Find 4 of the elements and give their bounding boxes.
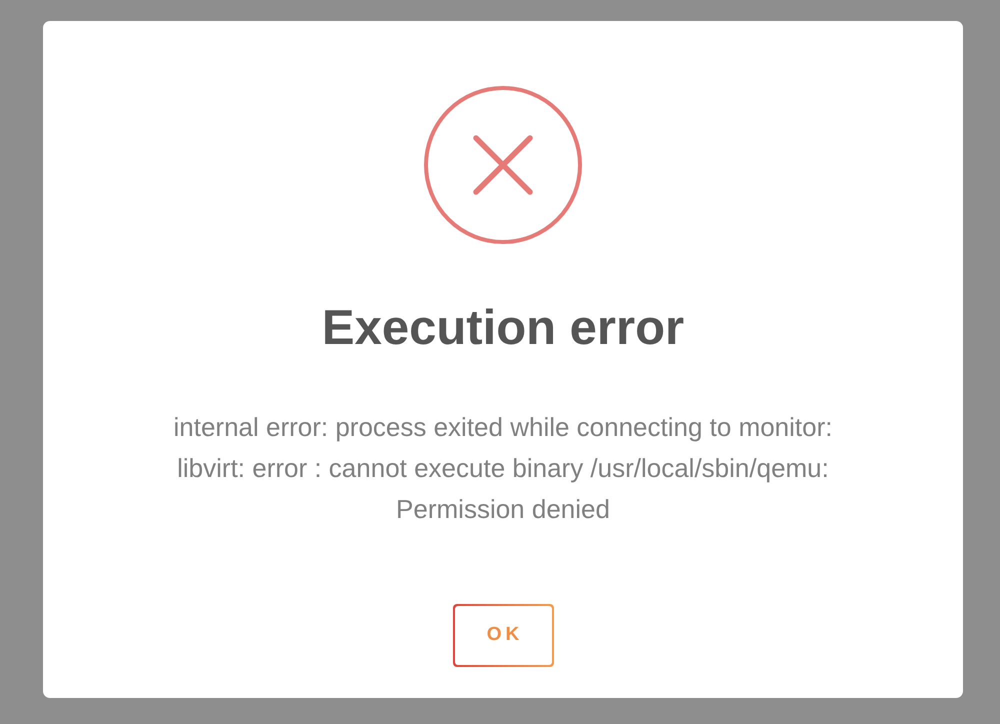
x-circle-icon <box>424 86 582 244</box>
error-message: internal error: process exited while connecting to monitor: libvirt: error : cannot execute binary /usr/local/sbin/qemu: Permission denied <box>172 411 834 526</box>
ok-button[interactable]: OK <box>452 604 554 667</box>
dialog-title: Execution error <box>322 300 684 357</box>
